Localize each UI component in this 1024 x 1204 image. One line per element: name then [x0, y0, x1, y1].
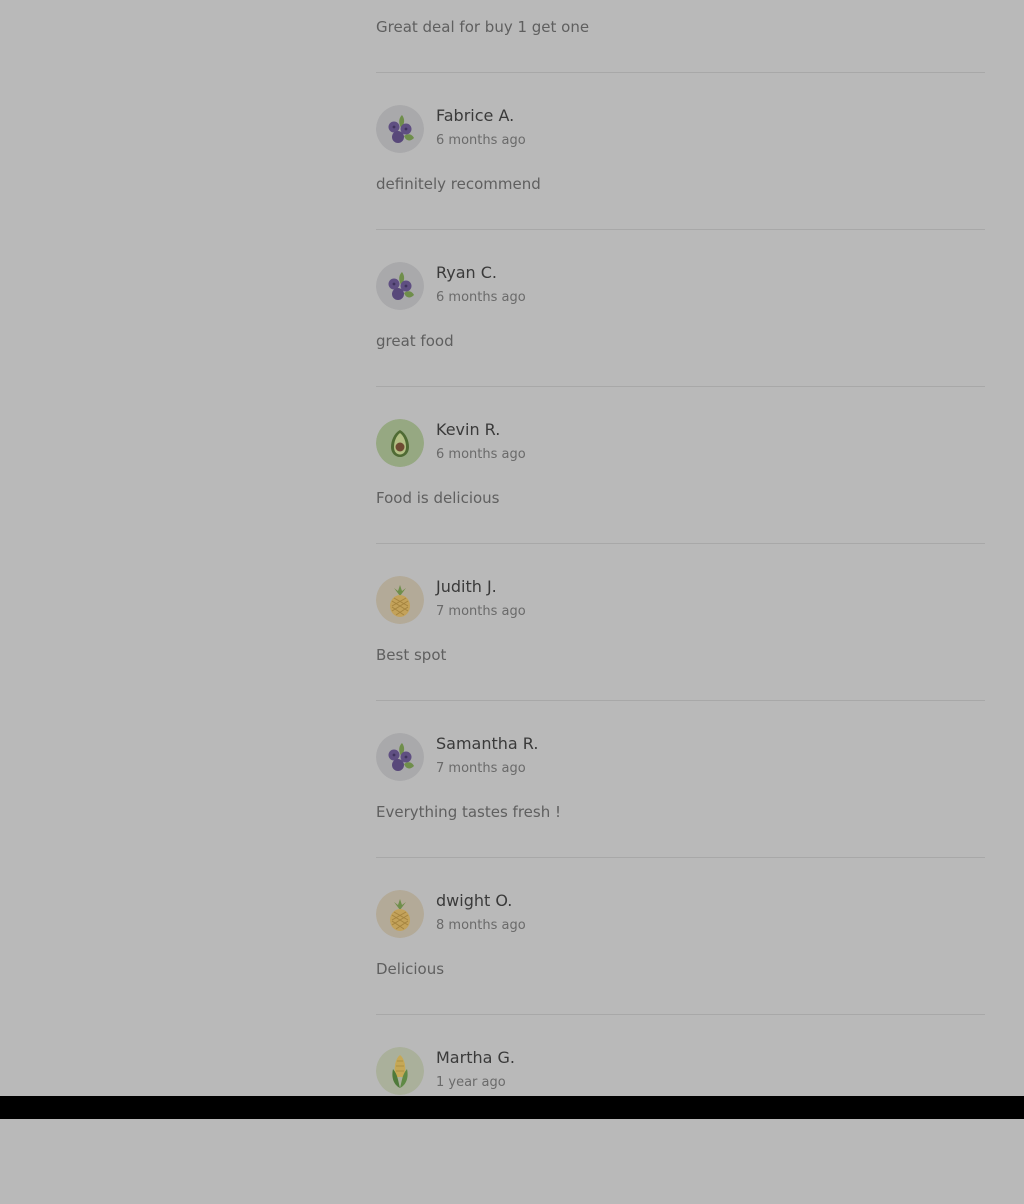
divider	[376, 857, 985, 858]
review-text: Everything tastes fresh !	[376, 803, 562, 821]
review-item: dwight O. 8 months ago Delicious	[376, 890, 985, 1047]
blueberry-icon	[376, 262, 424, 310]
review-time: 6 months ago	[436, 133, 526, 148]
divider	[376, 229, 985, 230]
blueberry-icon	[376, 733, 424, 781]
review-item: Martha G. 1 year ago	[376, 1047, 985, 1204]
reviewer-name: dwight O.	[436, 891, 513, 910]
pineapple-icon	[376, 890, 424, 938]
divider	[376, 700, 985, 701]
divider	[376, 72, 985, 73]
reviewer-name: Kevin R.	[436, 420, 501, 439]
review-time: 8 months ago	[436, 918, 526, 933]
avocado-icon	[376, 419, 424, 467]
review-text: Best spot	[376, 646, 447, 664]
review-text: Delicious	[376, 960, 445, 978]
corn-icon	[376, 1047, 424, 1095]
bottom-bar	[0, 1096, 1024, 1119]
reviewer-name: Ryan C.	[436, 263, 497, 282]
reviewer-name: Martha G.	[436, 1048, 515, 1067]
pineapple-icon	[376, 576, 424, 624]
review-item: Ryan C. 6 months ago great food	[376, 262, 985, 419]
review-time: 6 months ago	[436, 290, 526, 305]
divider	[376, 1014, 985, 1015]
reviewer-name: Fabrice A.	[436, 106, 515, 125]
reviewer-name: Samantha R.	[436, 734, 539, 753]
review-text: definitely recommend	[376, 175, 541, 193]
reviewer-name: Judith J.	[436, 577, 497, 596]
review-item: Kevin R. 6 months ago Food is delicious	[376, 419, 985, 576]
review-time: 7 months ago	[436, 761, 526, 776]
review-item: Samantha R. 7 months ago Everything tast…	[376, 733, 985, 890]
divider	[376, 543, 985, 544]
review-text: great food	[376, 332, 454, 350]
review-text: Great deal for buy 1 get one	[376, 18, 590, 36]
review-time: 7 months ago	[436, 604, 526, 619]
review-text: Food is delicious	[376, 489, 500, 507]
review-time: 6 months ago	[436, 447, 526, 462]
divider	[376, 386, 985, 387]
review-time: 1 year ago	[436, 1075, 506, 1090]
review-item: Fabrice A. 6 months ago definitely recom…	[376, 105, 985, 262]
review-item: Judith J. 7 months ago Best spot	[376, 576, 985, 733]
blueberry-icon	[376, 105, 424, 153]
